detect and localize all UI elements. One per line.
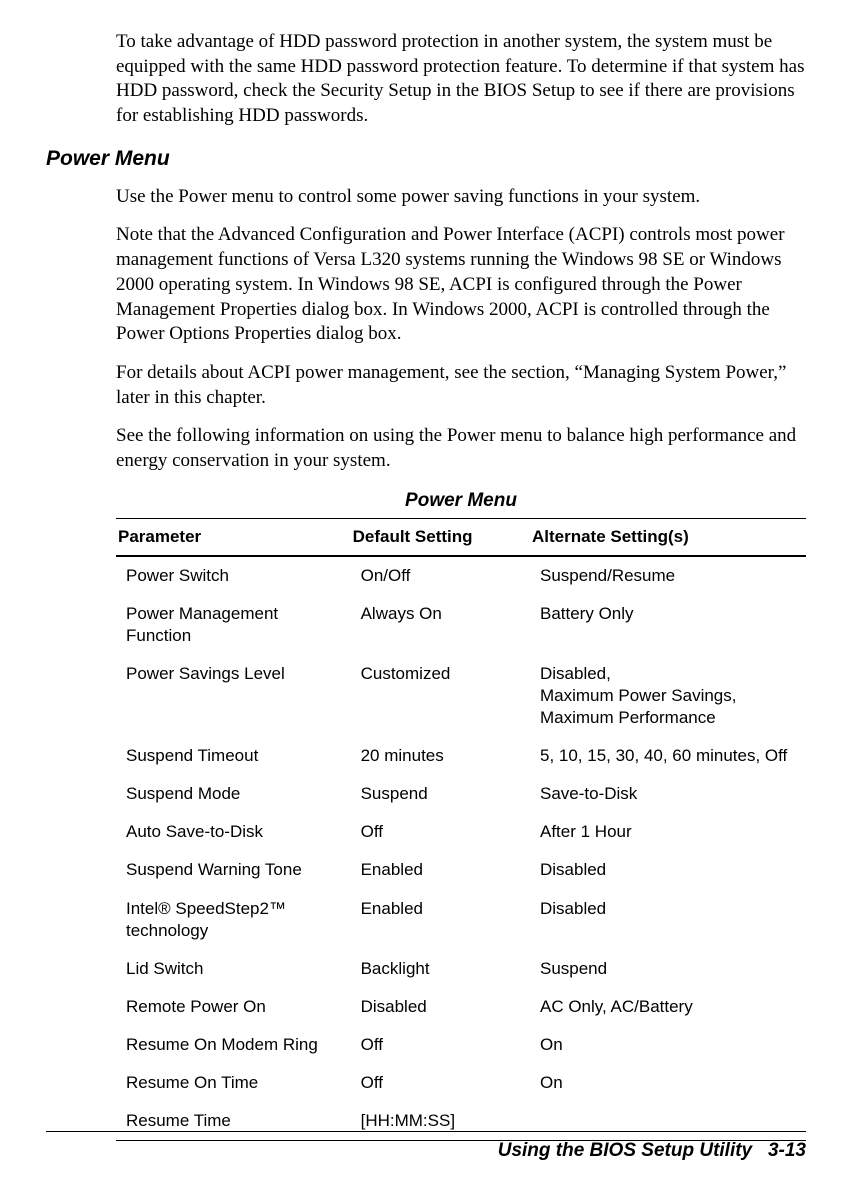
table-cell: Enabled bbox=[351, 890, 530, 950]
table-row: Intel® SpeedStep2™ technologyEnabledDisa… bbox=[116, 890, 806, 950]
paragraph-1: Use the Power menu to control some power… bbox=[116, 185, 806, 210]
table-row: Suspend ModeSuspendSave-to-Disk bbox=[116, 775, 806, 813]
table-cell: Remote Power On bbox=[116, 988, 351, 1026]
table-row: Resume On TimeOffOn bbox=[116, 1064, 806, 1102]
table-header-row: Parameter Default Setting Alternate Sett… bbox=[116, 518, 806, 556]
table-cell: 5, 10, 15, 30, 40, 60 minutes, Off bbox=[530, 737, 806, 775]
table-cell: Always On bbox=[351, 595, 530, 655]
table-row: Resume On Modem RingOffOn bbox=[116, 1026, 806, 1064]
paragraph-2: Note that the Advanced Configuration and… bbox=[116, 223, 806, 346]
intro-paragraph: To take advantage of HDD password protec… bbox=[116, 30, 806, 129]
table-cell: On/Off bbox=[351, 556, 530, 595]
page-footer: Using the BIOS Setup Utility 3-13 bbox=[46, 1105, 806, 1162]
table-cell: Disabled, Maximum Power Savings, Maximum… bbox=[530, 655, 806, 737]
table-cell: Suspend Mode bbox=[116, 775, 351, 813]
table-header-parameter: Parameter bbox=[116, 518, 351, 556]
table-cell: Suspend/Resume bbox=[530, 556, 806, 595]
table-cell: 20 minutes bbox=[351, 737, 530, 775]
table-cell: On bbox=[530, 1026, 806, 1064]
table-cell: Off bbox=[351, 1026, 530, 1064]
table-cell: Lid Switch bbox=[116, 950, 351, 988]
table-row: Power Savings LevelCustomizedDisabled, M… bbox=[116, 655, 806, 737]
table-cell: Disabled bbox=[351, 988, 530, 1026]
table-cell: Disabled bbox=[530, 851, 806, 889]
table-cell: Customized bbox=[351, 655, 530, 737]
table-title: Power Menu bbox=[116, 490, 806, 512]
table-row: Auto Save-to-DiskOffAfter 1 Hour bbox=[116, 813, 806, 851]
table-row: Remote Power OnDisabledAC Only, AC/Batte… bbox=[116, 988, 806, 1026]
power-menu-table: Parameter Default Setting Alternate Sett… bbox=[116, 518, 806, 1142]
table-cell: Resume On Modem Ring bbox=[116, 1026, 351, 1064]
table-cell: Backlight bbox=[351, 950, 530, 988]
table-cell: Off bbox=[351, 1064, 530, 1102]
table-cell: Suspend Warning Tone bbox=[116, 851, 351, 889]
table-cell: Off bbox=[351, 813, 530, 851]
table-header-default: Default Setting bbox=[351, 518, 530, 556]
table-header-alternate: Alternate Setting(s) bbox=[530, 518, 806, 556]
table-cell: Auto Save-to-Disk bbox=[116, 813, 351, 851]
table-cell: Power Savings Level bbox=[116, 655, 351, 737]
table-row: Power Management FunctionAlways OnBatter… bbox=[116, 595, 806, 655]
table-cell: Intel® SpeedStep2™ technology bbox=[116, 890, 351, 950]
table-cell: Battery Only bbox=[530, 595, 806, 655]
footer-text: Using the BIOS Setup Utility 3-13 bbox=[46, 1132, 806, 1162]
table-cell: Suspend bbox=[530, 950, 806, 988]
table-cell: Power Switch bbox=[116, 556, 351, 595]
table-row: Suspend Timeout20 minutes5, 10, 15, 30, … bbox=[116, 737, 806, 775]
table-cell: Suspend bbox=[351, 775, 530, 813]
table-cell: After 1 Hour bbox=[530, 813, 806, 851]
table-cell: Save-to-Disk bbox=[530, 775, 806, 813]
table-row: Suspend Warning ToneEnabledDisabled bbox=[116, 851, 806, 889]
table-row: Lid SwitchBacklightSuspend bbox=[116, 950, 806, 988]
table-row: Power SwitchOn/OffSuspend/Resume bbox=[116, 556, 806, 595]
table-cell: Power Management Function bbox=[116, 595, 351, 655]
table-cell: Resume On Time bbox=[116, 1064, 351, 1102]
paragraph-3: For details about ACPI power management,… bbox=[116, 361, 806, 410]
table-cell: Disabled bbox=[530, 890, 806, 950]
table-cell: Suspend Timeout bbox=[116, 737, 351, 775]
table-cell: On bbox=[530, 1064, 806, 1102]
paragraph-4: See the following information on using t… bbox=[116, 424, 806, 473]
table-cell: AC Only, AC/Battery bbox=[530, 988, 806, 1026]
table-cell: Enabled bbox=[351, 851, 530, 889]
section-heading-power-menu: Power Menu bbox=[46, 147, 806, 171]
